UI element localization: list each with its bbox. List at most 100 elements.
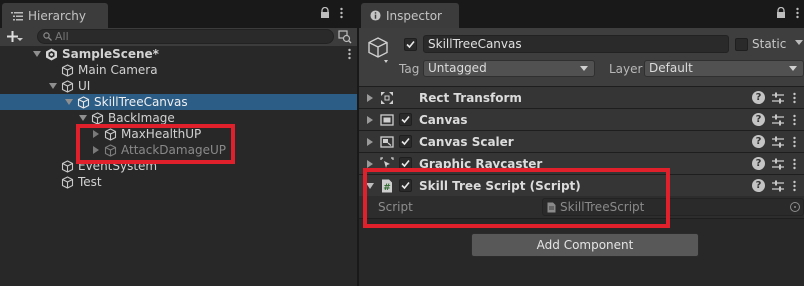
hierarchy-tab-bar: Hierarchy <box>0 0 357 28</box>
hierarchy-tab-actions <box>320 7 343 19</box>
hierarchy-item-label: MaxHealthUP <box>121 127 202 141</box>
tag-value: Untagged <box>428 61 487 75</box>
more-vertical-icon[interactable] <box>793 92 796 104</box>
help-icon[interactable]: ? <box>752 91 765 104</box>
inspector-tab-actions <box>776 7 799 19</box>
component-title: Rect Transform <box>419 91 522 105</box>
gameobject-cube-icon <box>61 159 74 173</box>
expand-arrow-icon[interactable] <box>93 146 99 154</box>
gameobject-icon[interactable] <box>367 36 391 64</box>
component-enabled-checkbox[interactable] <box>399 113 412 126</box>
expand-arrow-icon[interactable] <box>49 83 57 89</box>
script-object-value: SkillTreeScript <box>560 200 645 214</box>
expand-arrow-icon[interactable] <box>65 99 73 105</box>
component-enabled-checkbox[interactable] <box>399 157 412 170</box>
gameobject-cube-icon <box>77 95 90 109</box>
expand-arrow-icon[interactable] <box>367 116 373 124</box>
more-vertical-icon[interactable] <box>793 136 796 148</box>
canvas-scaler-icon <box>380 136 394 148</box>
inspector-panel: Inspector Static Tag Untagged <box>359 0 804 286</box>
hierarchy-item-main-camera[interactable]: Main Camera <box>0 62 357 78</box>
presets-icon[interactable] <box>772 180 784 192</box>
presets-icon[interactable] <box>772 158 784 170</box>
component-enabled-checkbox[interactable] <box>399 179 412 192</box>
hierarchy-item-label: AttackDamageUP <box>121 143 226 157</box>
search-input[interactable] <box>52 30 322 43</box>
canvas-icon <box>380 114 394 126</box>
component-canvas[interactable]: Canvas ? <box>359 108 804 130</box>
checkmark-icon <box>401 159 410 168</box>
help-icon[interactable]: ? <box>752 179 765 192</box>
inspector-tab-bar: Inspector <box>359 0 804 28</box>
hierarchy-list-icon <box>11 11 23 20</box>
object-picker-icon[interactable] <box>790 202 800 212</box>
more-vertical-icon[interactable] <box>796 7 799 19</box>
more-vertical-icon[interactable] <box>793 114 796 126</box>
hierarchy-scene-row[interactable]: SampleScene* <box>0 46 357 62</box>
gameobject-cube-icon <box>91 111 104 125</box>
hierarchy-item-backimage[interactable]: BackImage <box>0 110 357 126</box>
hierarchy-search[interactable] <box>37 29 334 44</box>
expand-arrow-icon[interactable] <box>367 94 373 102</box>
hierarchy-item-skilltreecanvas[interactable]: SkillTreeCanvas <box>0 94 357 110</box>
lock-icon[interactable] <box>776 7 786 19</box>
tag-label: Tag <box>399 62 420 76</box>
component-skill-tree-script[interactable]: # Skill Tree Script (Script) ? <box>359 174 804 196</box>
graphic-raycaster-icon <box>380 157 394 171</box>
help-icon[interactable]: ? <box>752 157 765 170</box>
component-graphic-raycaster[interactable]: Graphic Raycaster ? <box>359 152 804 174</box>
hierarchy-item-label: Main Camera <box>78 63 158 77</box>
expand-arrow-icon[interactable] <box>367 138 373 146</box>
hierarchy-toolbar <box>0 28 357 46</box>
separator <box>359 218 804 219</box>
presets-icon[interactable] <box>772 136 784 148</box>
chevron-down-icon[interactable] <box>795 40 803 45</box>
more-vertical-icon[interactable] <box>340 7 343 19</box>
gameobject-active-checkbox[interactable] <box>404 38 417 51</box>
hierarchy-item-test[interactable]: Test <box>0 174 357 190</box>
more-vertical-icon[interactable] <box>793 158 796 170</box>
layer-label: Layer <box>609 62 643 76</box>
hierarchy-item-maxhealthup[interactable]: MaxHealthUP <box>0 126 357 142</box>
hierarchy-item-label: SkillTreeCanvas <box>94 95 188 109</box>
gameobject-name-field[interactable] <box>423 35 729 53</box>
expand-arrow-icon[interactable] <box>367 160 373 168</box>
gameobject-cube-icon <box>104 143 117 157</box>
checkmark-icon <box>406 40 415 49</box>
more-vertical-icon[interactable] <box>793 180 796 192</box>
script-file-icon <box>547 202 556 212</box>
tab-inspector[interactable]: Inspector <box>361 3 459 28</box>
hierarchy-item-label: Test <box>78 175 102 189</box>
expand-arrow-icon[interactable] <box>33 51 41 57</box>
chevron-down-icon <box>580 66 588 71</box>
checkmark-icon <box>401 181 410 190</box>
expand-arrow-icon[interactable] <box>93 130 99 138</box>
component-rect-transform[interactable]: Rect Transform ? <box>359 86 804 108</box>
scene-filter-icon[interactable] <box>338 30 352 44</box>
component-canvas-scaler[interactable]: Canvas Scaler ? <box>359 130 804 152</box>
info-icon <box>370 10 381 21</box>
component-title: Canvas <box>419 113 468 127</box>
layer-dropdown[interactable]: Default <box>644 60 804 77</box>
presets-icon[interactable] <box>772 114 784 126</box>
hierarchy-item-eventsystem[interactable]: EventSystem <box>0 158 357 174</box>
scene-label: SampleScene* <box>62 47 159 61</box>
presets-icon[interactable] <box>772 92 784 104</box>
static-checkbox[interactable] <box>735 38 748 51</box>
hierarchy-item-attackdamageup[interactable]: AttackDamageUP <box>0 142 357 158</box>
more-vertical-icon[interactable] <box>348 48 351 60</box>
collapse-arrow-icon[interactable] <box>366 183 374 189</box>
lock-icon[interactable] <box>320 7 330 19</box>
component-enabled-checkbox[interactable] <box>399 135 412 148</box>
hierarchy-item-label: UI <box>78 79 91 93</box>
add-component-button[interactable]: Add Component <box>471 233 699 257</box>
inspector-tab-label: Inspector <box>386 8 442 23</box>
tag-dropdown[interactable]: Untagged <box>423 60 595 77</box>
help-icon[interactable]: ? <box>752 113 765 126</box>
script-object-field[interactable]: SkillTreeScript <box>542 198 804 216</box>
hierarchy-item-ui[interactable]: UI <box>0 78 357 94</box>
help-icon[interactable]: ? <box>752 135 765 148</box>
add-object-button[interactable] <box>5 29 27 45</box>
expand-arrow-icon[interactable] <box>79 115 87 121</box>
tab-hierarchy[interactable]: Hierarchy <box>2 3 108 28</box>
